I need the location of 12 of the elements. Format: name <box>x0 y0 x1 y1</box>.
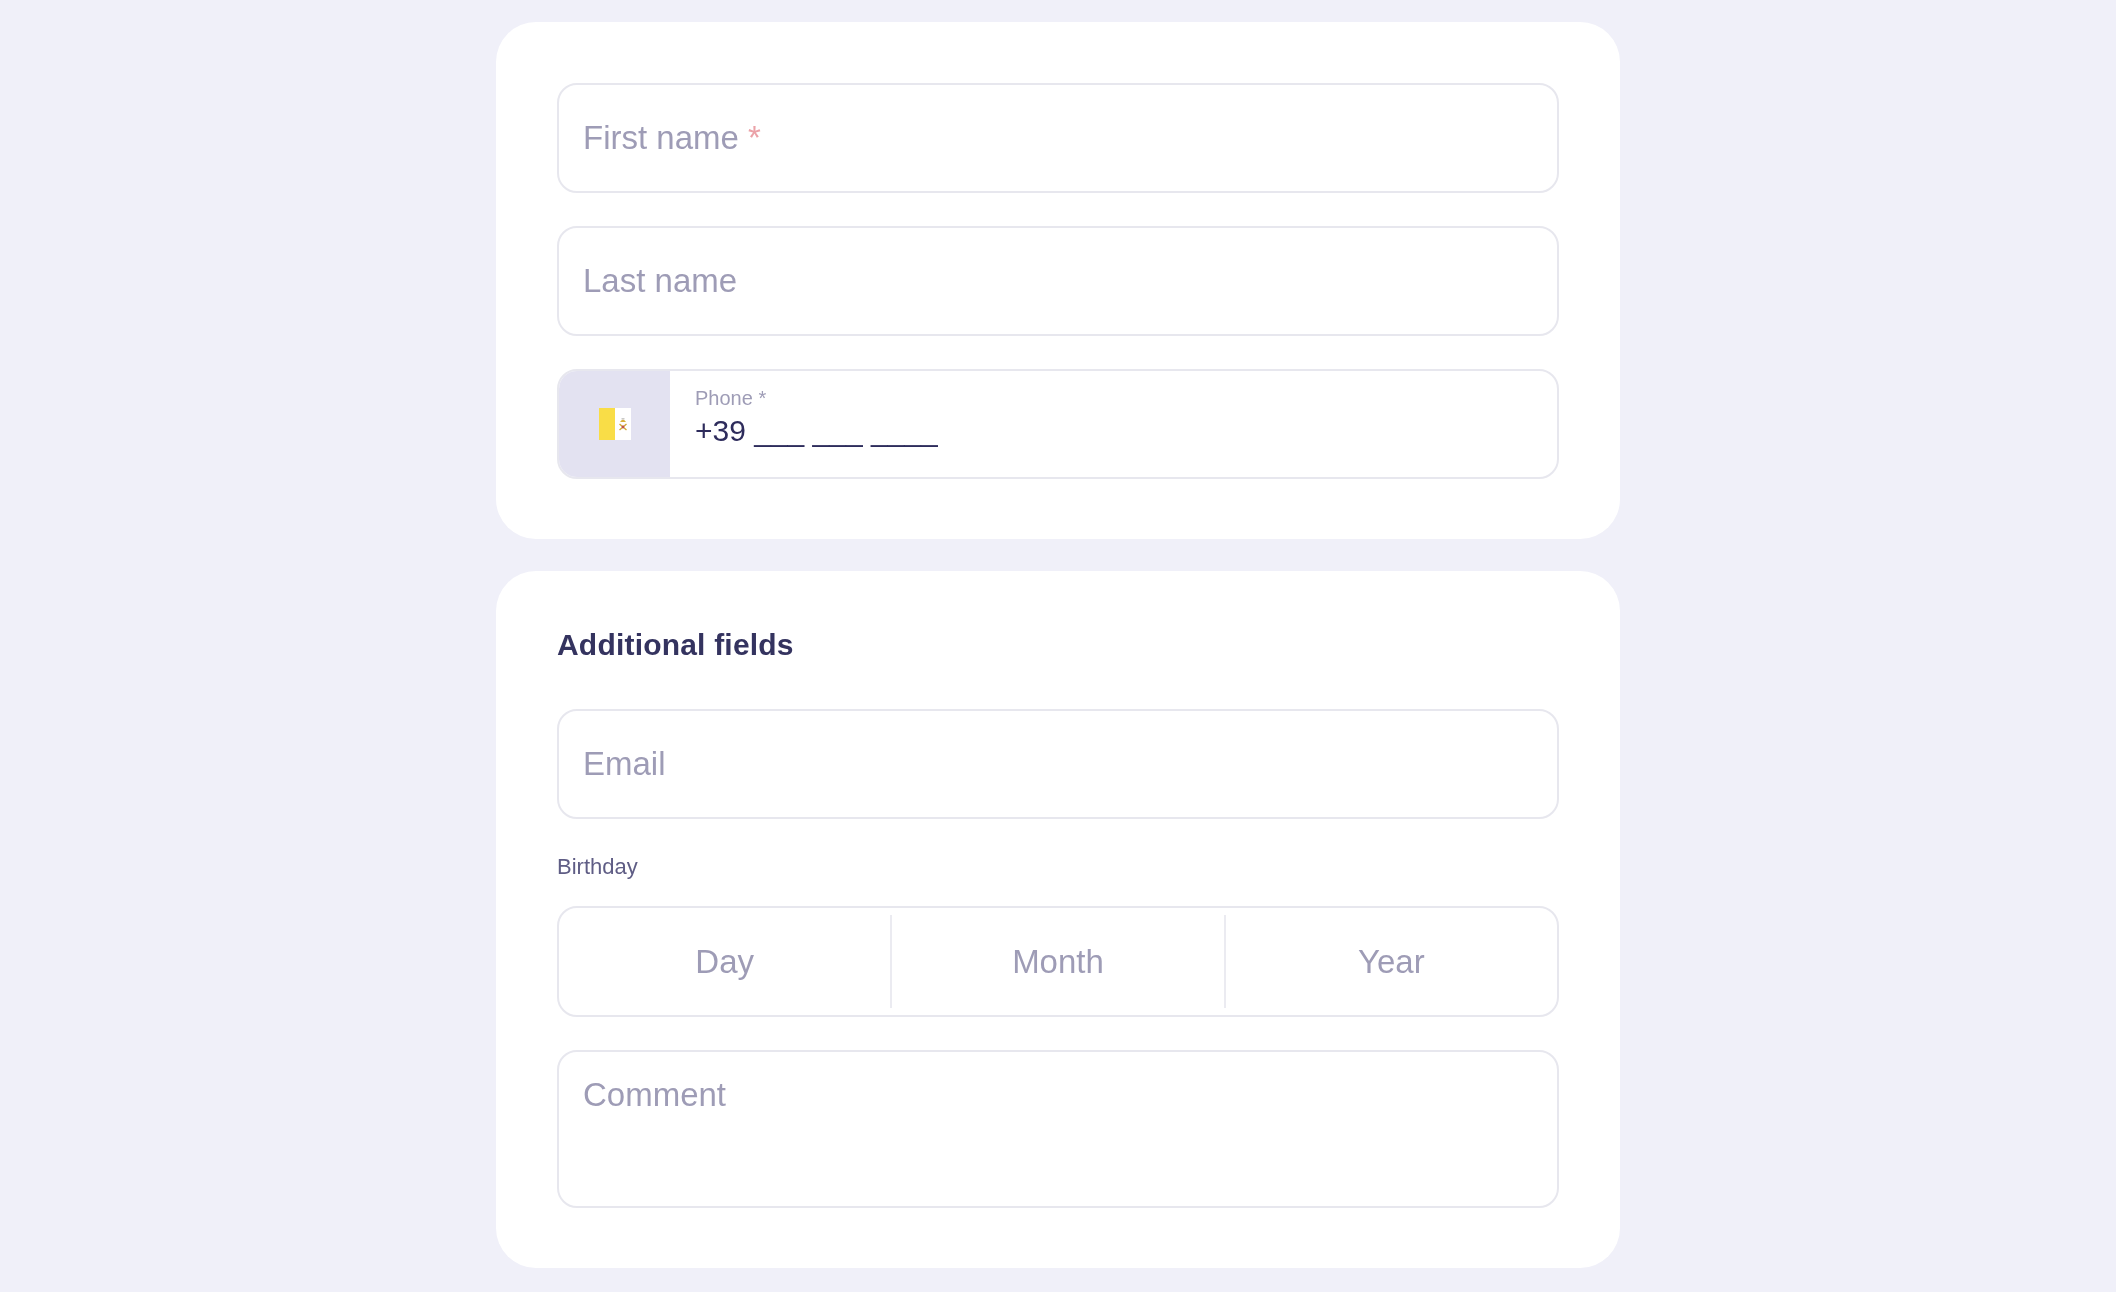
flag-icon <box>598 408 631 440</box>
date-select[interactable]: Day <box>559 908 891 1015</box>
date-select[interactable]: Year <box>1225 908 1557 1015</box>
input-field[interactable]: Email <box>557 709 1559 819</box>
textarea-field[interactable]: Comment <box>557 1050 1559 1208</box>
date-select[interactable]: Month <box>892 908 1224 1015</box>
phone-field[interactable]: Phone * +39 ___ ___ ____ <box>557 369 1559 479</box>
input-field[interactable]: Last name <box>557 226 1559 336</box>
input-field[interactable]: First name * <box>557 83 1559 193</box>
country-select-button[interactable] <box>559 371 670 477</box>
field-label: Birthday <box>557 854 638 880</box>
section-title: Additional fields <box>557 627 795 663</box>
